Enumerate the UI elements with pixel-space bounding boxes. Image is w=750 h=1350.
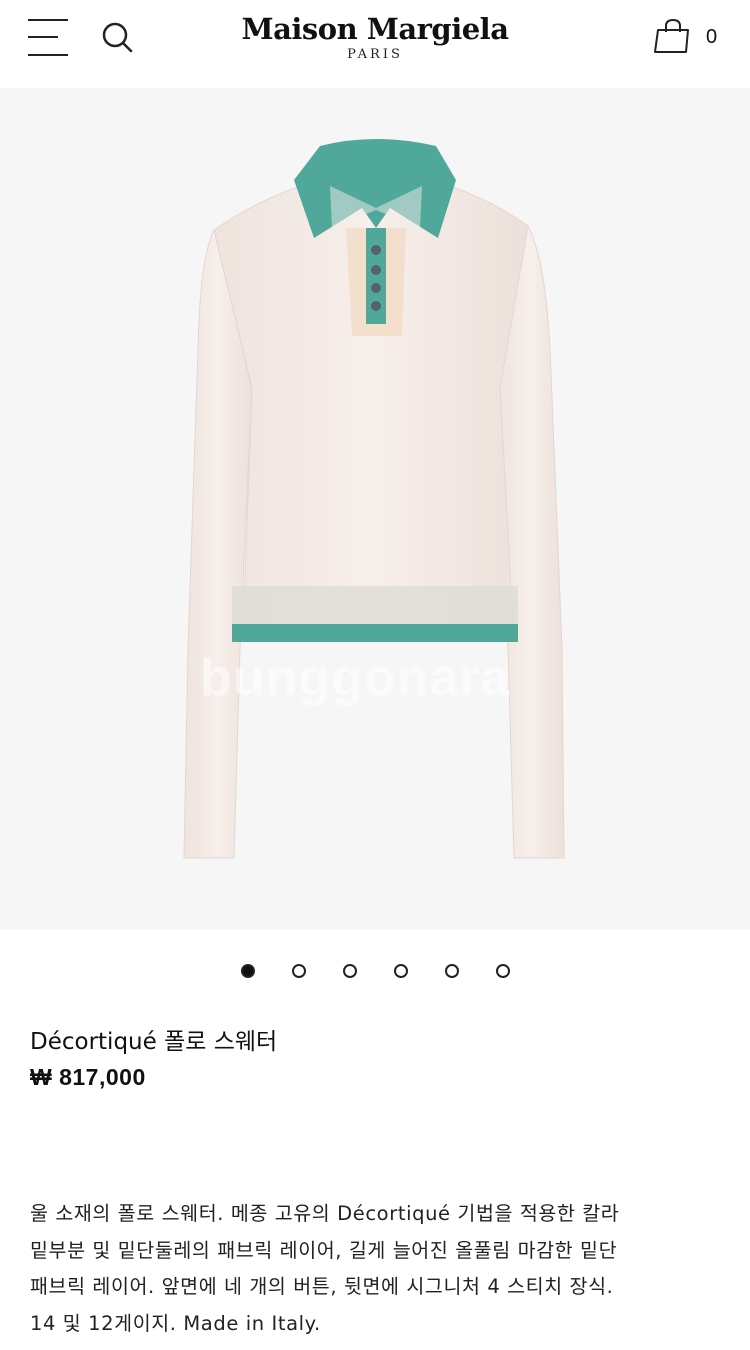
brand-name: Maison Margiela xyxy=(241,12,509,46)
hamburger-menu-icon[interactable] xyxy=(28,18,70,58)
shopping-bag-icon[interactable] xyxy=(652,18,694,56)
menu-line xyxy=(28,54,68,56)
carousel-dot[interactable] xyxy=(496,964,510,978)
carousel-dot[interactable] xyxy=(343,964,357,978)
search-icon[interactable] xyxy=(100,20,136,56)
bag-count: 0 xyxy=(706,26,718,48)
carousel-dot[interactable] xyxy=(445,964,459,978)
sweater-illustration xyxy=(183,139,565,859)
carousel-dot[interactable] xyxy=(241,964,255,978)
description-line: 패브릭 레이어. 앞면에 네 개의 버튼, 뒷면에 시그니처 4 스티치 장식. xyxy=(30,1275,614,1298)
carousel-dots xyxy=(0,960,750,982)
description-line: 밑부분 및 밑단둘레의 패브릭 레이어, 길게 늘어진 올풀림 마감한 밑단 xyxy=(30,1238,618,1262)
product-price: ₩ 817,000 xyxy=(30,1064,146,1090)
brand-sub: PARIS xyxy=(347,47,403,62)
product-title: Décortiqué 폴로 스웨터 xyxy=(30,1029,278,1055)
site-header: Maison Margiela PARIS 0 xyxy=(0,0,750,88)
menu-line xyxy=(28,36,58,38)
menu-line xyxy=(28,19,68,21)
brand-logo[interactable]: Maison Margiela PARIS xyxy=(225,12,525,64)
carousel-dot[interactable] xyxy=(394,964,408,978)
product-image[interactable]: bunggonara xyxy=(0,88,750,930)
description-line: 14 및 12게이지. Made in Italy. xyxy=(30,1311,321,1335)
carousel-dot[interactable] xyxy=(292,964,306,978)
watermark: bunggonara xyxy=(200,649,511,707)
product-description: 울 소재의 폴로 스웨터. 메종 고유의 Décortiqué 기법을 적용한 … xyxy=(30,1196,730,1342)
description-line: 울 소재의 폴로 스웨터. 메종 고유의 Décortiqué 기법을 적용한 … xyxy=(30,1202,620,1225)
